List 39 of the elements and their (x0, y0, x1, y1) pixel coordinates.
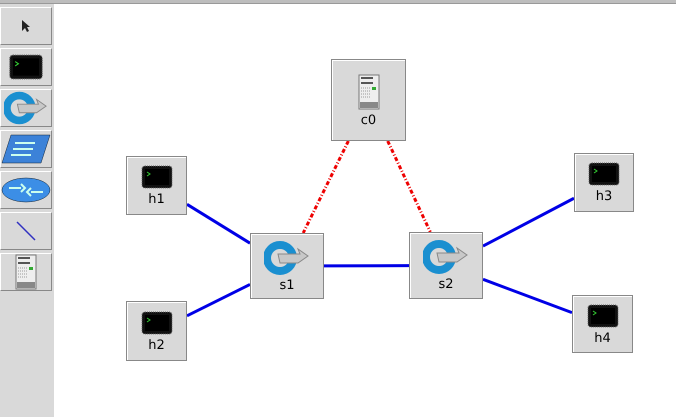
terminal-icon (588, 162, 620, 186)
node-label: s1 (279, 278, 295, 292)
link-line[interactable] (482, 278, 573, 314)
server-icon (358, 74, 380, 110)
control-link-line[interactable] (302, 140, 350, 234)
link-line[interactable] (324, 264, 409, 268)
legacy-switch-icon (1, 133, 51, 165)
tool-button[interactable] (0, 130, 52, 168)
node-label: h2 (148, 338, 165, 352)
tool-button[interactable] (0, 48, 52, 86)
switch-icon (423, 240, 469, 274)
host-node[interactable]: h1 (126, 156, 187, 215)
terminal-icon (586, 304, 618, 328)
tool-button[interactable] (0, 7, 52, 45)
control-link-line[interactable] (386, 140, 432, 233)
tool-button[interactable] (0, 171, 52, 209)
terminal-icon (140, 165, 172, 189)
switch-node[interactable]: s2 (409, 232, 483, 299)
node-label: c0 (360, 114, 376, 126)
pointer-icon (21, 19, 31, 33)
legacy-router-icon (1, 176, 51, 204)
node-label: s2 (438, 278, 454, 291)
node-label: h4 (594, 332, 611, 344)
link-line[interactable] (482, 196, 575, 248)
node-label: h1 (148, 193, 165, 206)
controller-node[interactable]: c0 (331, 59, 406, 141)
link-line[interactable] (186, 203, 251, 244)
link-line[interactable] (186, 283, 251, 318)
server-icon (14, 254, 38, 290)
node-label: h3 (596, 190, 612, 203)
switch-icon (264, 240, 310, 274)
switch-node[interactable]: s1 (250, 233, 324, 299)
line-icon (16, 221, 36, 241)
host-node[interactable]: h2 (126, 301, 187, 361)
terminal-icon (140, 310, 172, 334)
host-node[interactable]: h3 (574, 153, 634, 212)
host-node[interactable]: h4 (572, 295, 633, 353)
terminal-icon (8, 54, 44, 80)
switch-icon (4, 91, 48, 125)
